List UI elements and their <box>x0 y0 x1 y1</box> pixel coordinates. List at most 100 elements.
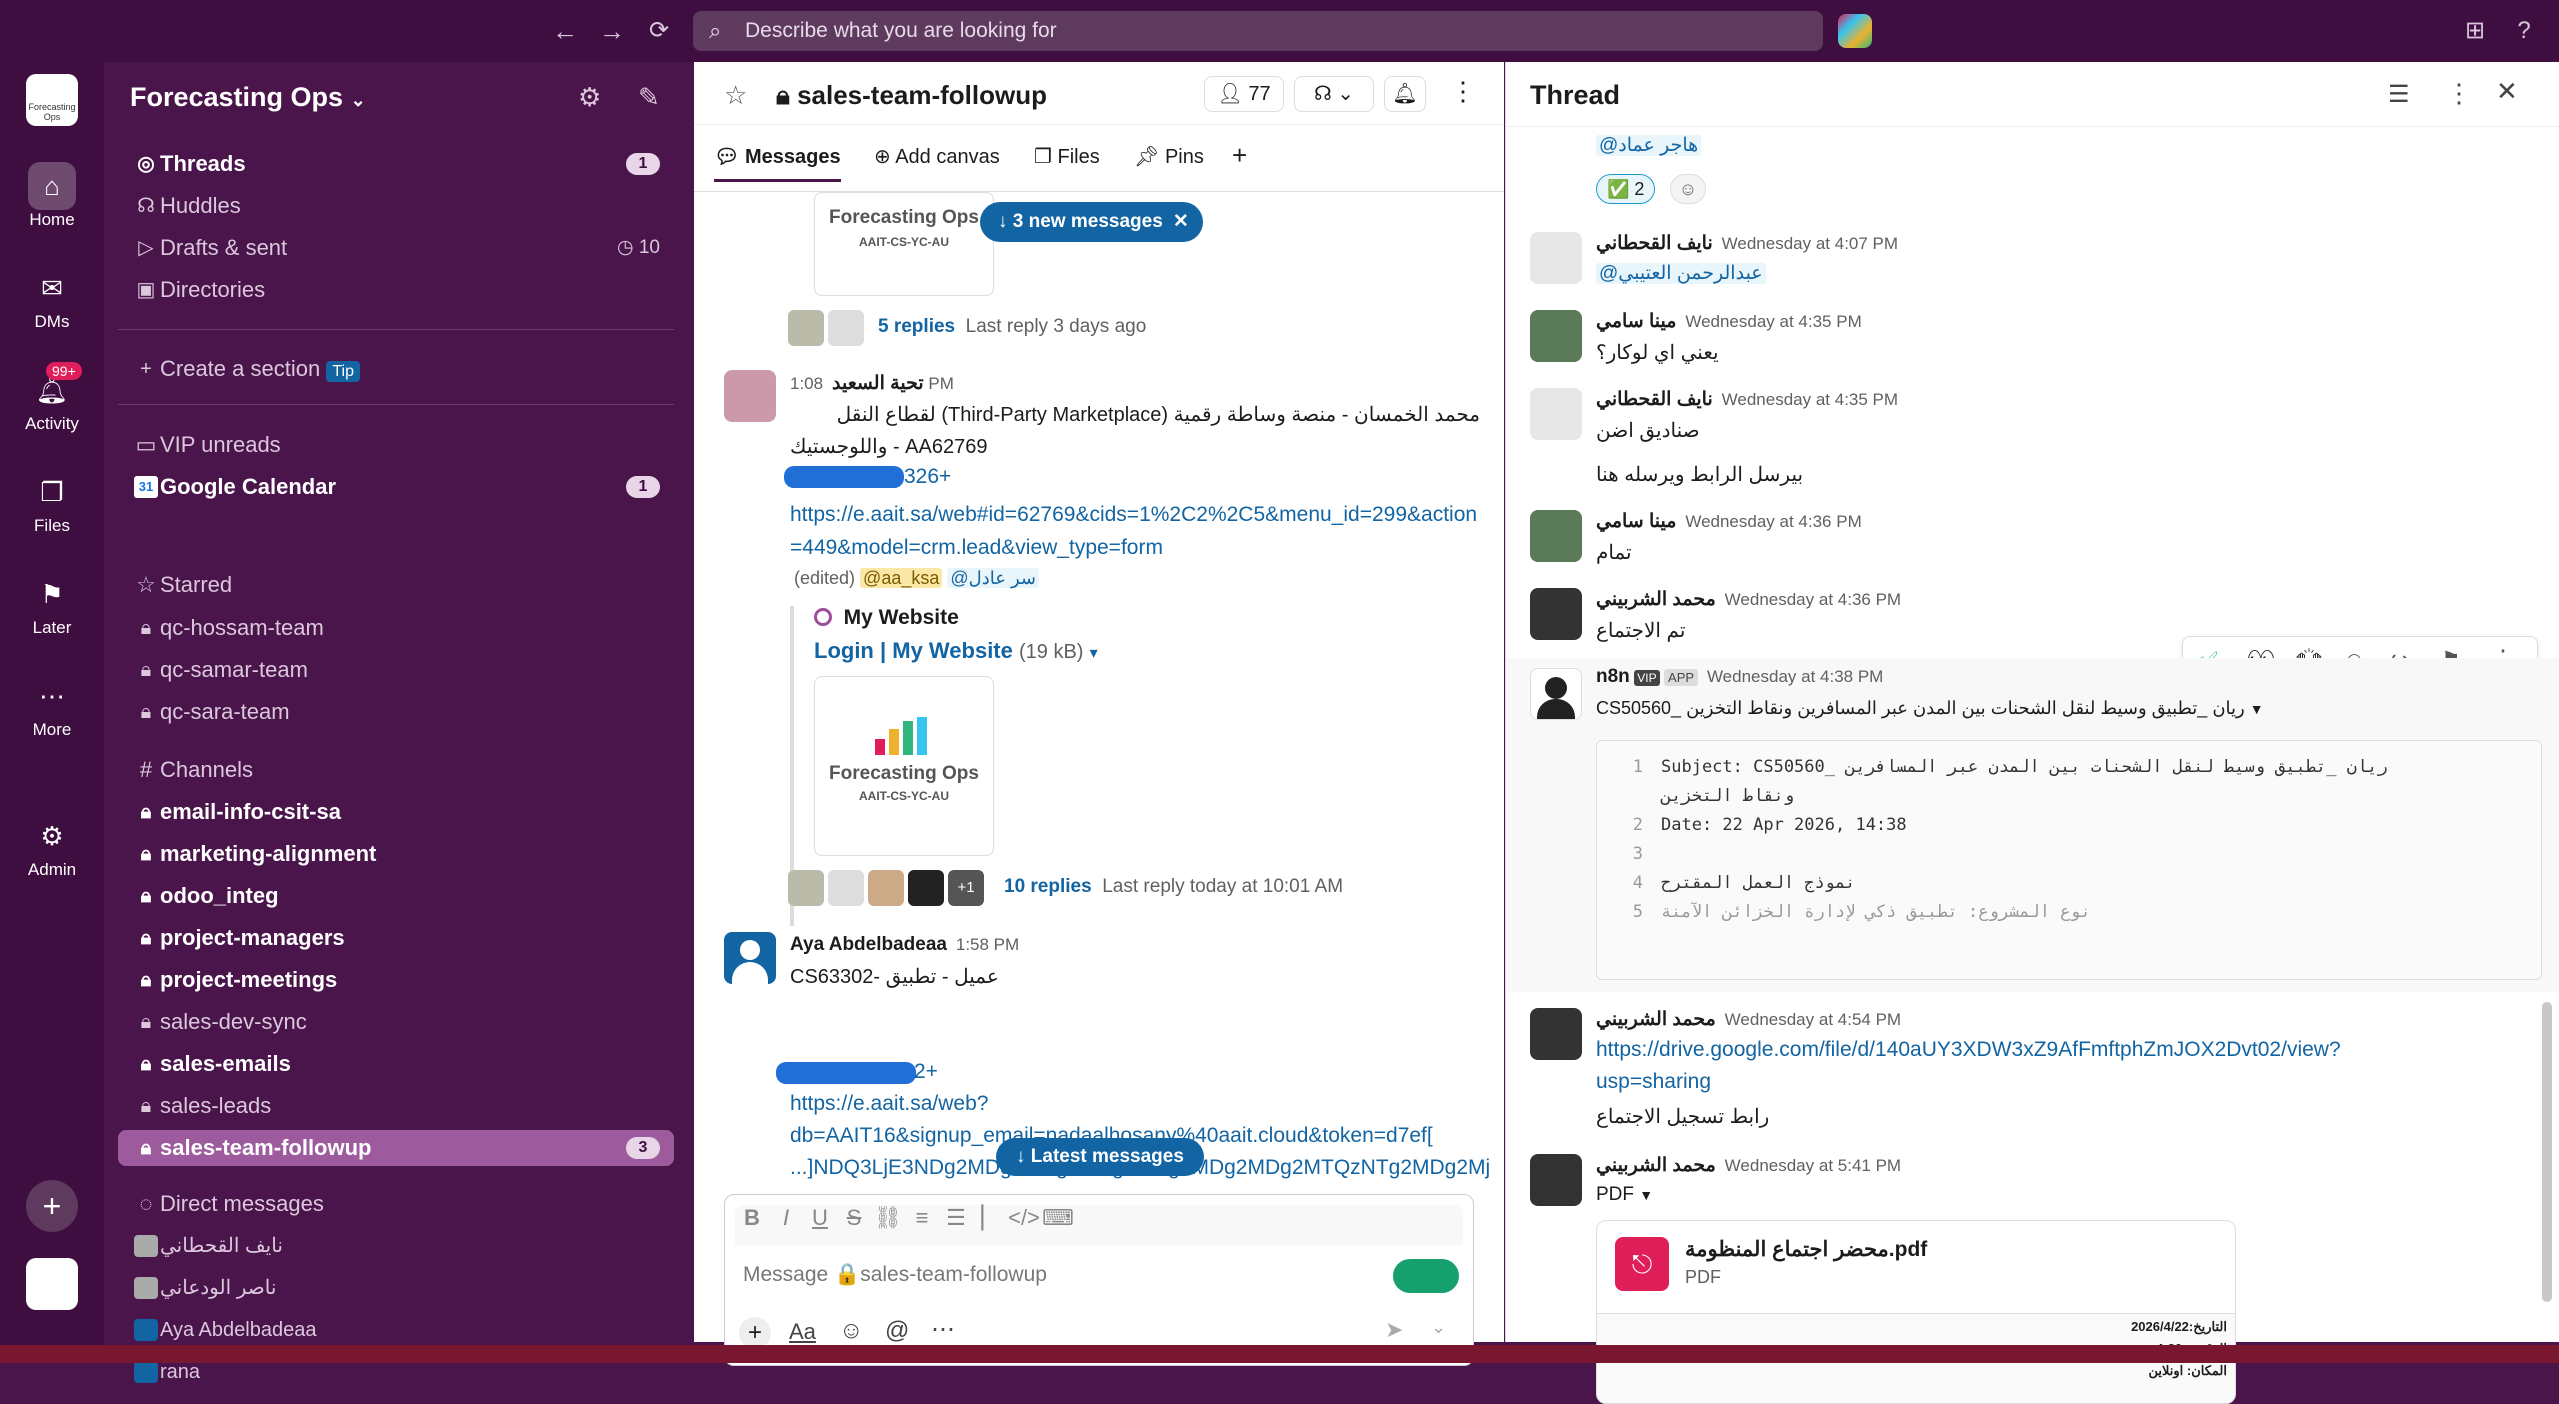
avatar[interactable] <box>724 932 776 984</box>
create-section-button[interactable]: + Create a section Tip <box>118 351 674 387</box>
image-thumbnail[interactable]: Forecasting Ops AAIT-CS-YC-AU <box>814 676 994 856</box>
close-icon[interactable]: ✕ <box>1173 202 1189 242</box>
help-icon[interactable]: ? <box>2508 15 2540 47</box>
message-time[interactable]: Wednesday at 4:36 PM <box>1725 590 1901 609</box>
more-icon[interactable]: ⋯ <box>931 1315 955 1344</box>
message-time[interactable]: Wednesday at 5:41 PM <box>1725 1156 1901 1175</box>
tab-messages[interactable]: 💬︎ Messages <box>714 144 841 182</box>
emoji-icon[interactable]: ☺ <box>839 1317 864 1345</box>
avatar[interactable] <box>1530 232 1582 284</box>
message-time[interactable]: Wednesday at 4:35 PM <box>1722 390 1898 409</box>
message-time[interactable]: Wednesday at 4:35 PM <box>1685 312 1861 331</box>
vip-unreads-header[interactable]: ▭ VIP unreads <box>118 428 281 462</box>
chevron-down-icon[interactable]: ▾ <box>1090 645 1098 662</box>
add-tab-icon[interactable]: + <box>1232 140 1247 171</box>
image-thumbnail[interactable]: Forecasting Ops AAIT-CS-YC-AU <box>814 192 994 296</box>
sidebar-item-google-calendar[interactable]: 31 Google Calendar 1 <box>118 469 674 505</box>
bullet-list-icon[interactable]: ☰ <box>939 1205 973 1231</box>
mention[interactable]: @هاجر عماد <box>1596 135 1702 156</box>
mention[interactable]: @عبدالرحمن العتيبي <box>1596 263 1766 284</box>
message-author[interactable]: Aya Abdelbadeaa <box>790 934 947 955</box>
more-vertical-icon[interactable]: ⋮ <box>2446 78 2472 109</box>
ordered-list-icon[interactable]: ≡ <box>905 1205 939 1231</box>
mention[interactable]: @aa_ksa <box>860 568 943 588</box>
ai-assistant-icon[interactable] <box>1838 14 1872 48</box>
send-icon[interactable]: ➤ <box>1385 1317 1403 1343</box>
grammarly-icon[interactable] <box>1393 1259 1459 1293</box>
compose-icon[interactable]: ✎ <box>638 82 660 113</box>
message-author[interactable]: مينا سامي <box>1596 311 1676 332</box>
message-author[interactable]: تحية السعيد <box>832 373 924 394</box>
rail-dms[interactable]: ✉ DMs <box>0 264 104 332</box>
message-time[interactable]: Wednesday at 4:07 PM <box>1722 234 1898 253</box>
channel-title[interactable]: 🔒︎ sales-team-followup <box>776 80 1047 112</box>
forward-arrow-icon[interactable]: → <box>596 15 628 47</box>
user-avatar[interactable] <box>26 1258 78 1310</box>
message-time[interactable]: Wednesday at 4:54 PM <box>1725 1010 1901 1029</box>
mention[interactable]: @سر عادل <box>947 568 1040 588</box>
sidebar-item-sales-team-followup[interactable]: 🔒︎ sales-team-followup 3 <box>118 1130 674 1166</box>
avatar[interactable] <box>1530 1154 1582 1206</box>
sidebar-item-qc-hossam-team[interactable]: 🔒︎ qc-hossam-team <box>118 610 674 646</box>
sidebar-item-threads[interactable]: ◎ Threads 1 <box>118 146 674 182</box>
message-author[interactable]: محمد الشربيني <box>1596 1155 1716 1176</box>
huddle-button[interactable]: ☊ ⌄ <box>1294 76 1374 112</box>
rail-later[interactable]: ⚑ Later <box>0 570 104 638</box>
sidebar-item-email-info-csit-sa[interactable]: 🔒︎ email-info-csit-sa <box>118 794 674 830</box>
link-icon[interactable]: ⛓ <box>871 1205 905 1231</box>
new-messages-banner[interactable]: ↓ 3 new messages ✕ <box>980 202 1203 242</box>
dm-header[interactable]: ◌ Direct messages <box>118 1187 323 1221</box>
avatar[interactable] <box>1530 1008 1582 1060</box>
filter-icon[interactable]: ☰ <box>2388 80 2410 109</box>
message-link[interactable]: https://drive.google.com/file/d/140aUY3X… <box>1596 1038 2341 1062</box>
scrollbar[interactable] <box>2542 1002 2552 1302</box>
message-author[interactable]: n8n <box>1596 666 1630 687</box>
sidebar-item-drafts[interactable]: ▷ Drafts & sent ◷ 10 <box>118 230 674 266</box>
latest-messages-button[interactable]: ↓ Latest messages <box>996 1138 1204 1176</box>
sidebar-item-odoo-integ[interactable]: 🔒︎ odoo_integ <box>118 878 674 914</box>
rail-home[interactable]: ⌂ Home <box>0 162 104 230</box>
strikethrough-icon[interactable]: S <box>837 1205 871 1231</box>
sidebar-item-sales-emails[interactable]: 🔒︎ sales-emails <box>118 1046 674 1082</box>
history-icon[interactable]: ⟳ <box>643 15 675 47</box>
message-time[interactable]: Wednesday at 4:36 PM <box>1685 512 1861 531</box>
search-input[interactable]: ⌕ Describe what you are looking for <box>693 11 1823 51</box>
sidebar-item-dm[interactable]: نايف القحطاني <box>118 1228 674 1264</box>
message-author[interactable]: مينا سامي <box>1596 511 1676 532</box>
sidebar-item-marketing-alignment[interactable]: 🔒︎ marketing-alignment <box>118 836 674 872</box>
message-author[interactable]: نايف القحطاني <box>1596 233 1713 254</box>
tab-files[interactable]: ❐ Files <box>1034 144 1100 169</box>
message-time[interactable]: Wednesday at 4:38 PM <box>1707 667 1883 686</box>
code-snippet[interactable]: 1 2 3 4 5 Subject: CS50560_ ريان _تطبيق … <box>1596 740 2542 980</box>
thread-replies-link[interactable]: 10 replies Last reply today at 10:01 AM <box>1004 876 1343 898</box>
sidebar-item-dm[interactable]: ناصر الودعاني <box>118 1270 674 1306</box>
sidebar-item-qc-sara-team[interactable]: 🔒︎ qc-sara-team <box>118 694 674 730</box>
notifications-icon[interactable]: 🔔︎ <box>1384 76 1426 112</box>
attachment-toggle[interactable]: PDF ▼ <box>1596 1184 1653 1206</box>
members-button[interactable]: 👤︎ 77 <box>1204 76 1284 112</box>
unfurl-title[interactable]: Login | My Website (19 kB) ▾ <box>814 638 1098 664</box>
sidebar-item-sales-dev-sync[interactable]: 🔒︎ sales-dev-sync <box>118 1004 674 1040</box>
sidebar-item-project-meetings[interactable]: 🔒︎ project-meetings <box>118 962 674 998</box>
sidebar-item-sales-leads[interactable]: 🔒︎ sales-leads <box>118 1088 674 1124</box>
add-reaction-icon[interactable]: ☺ <box>1670 174 1706 204</box>
message-link[interactable]: https://e.aait.sa/web#id=62769&cids=1%2C… <box>790 498 1480 564</box>
rail-files[interactable]: ❐ Files <box>0 468 104 536</box>
workspace-logo[interactable]: Forecasting Ops <box>26 74 78 126</box>
attachment-summary[interactable]: CS50560_ ريان _تطبيق وسيط لنقل الشحنات ب… <box>1596 698 2264 719</box>
sidebar-item-qc-samar-team[interactable]: 🔒︎ qc-samar-team <box>118 652 674 688</box>
message-author[interactable]: محمد الشربيني <box>1596 1009 1716 1030</box>
code-block-icon[interactable]: ⌨ <box>1041 1205 1075 1231</box>
avatar[interactable] <box>1530 668 1582 720</box>
blockquote-icon[interactable]: ▏ <box>973 1205 1007 1231</box>
avatar[interactable] <box>1530 510 1582 562</box>
message-author[interactable]: محمد الشربيني <box>1596 589 1716 610</box>
italic-icon[interactable]: I <box>769 1205 803 1231</box>
message-author[interactable]: نايف القحطاني <box>1596 389 1713 410</box>
mention-icon[interactable]: @ <box>885 1317 909 1345</box>
sidebar-item-dm[interactable]: Aya Abdelbadeaa <box>118 1312 674 1348</box>
sidebar-item-directories[interactable]: ▣ Directories <box>118 272 674 308</box>
avatar[interactable] <box>1530 310 1582 362</box>
chevron-down-icon[interactable]: ⌄ <box>1431 1317 1446 1338</box>
tab-pins[interactable]: 📌︎ Pins <box>1134 144 1204 169</box>
